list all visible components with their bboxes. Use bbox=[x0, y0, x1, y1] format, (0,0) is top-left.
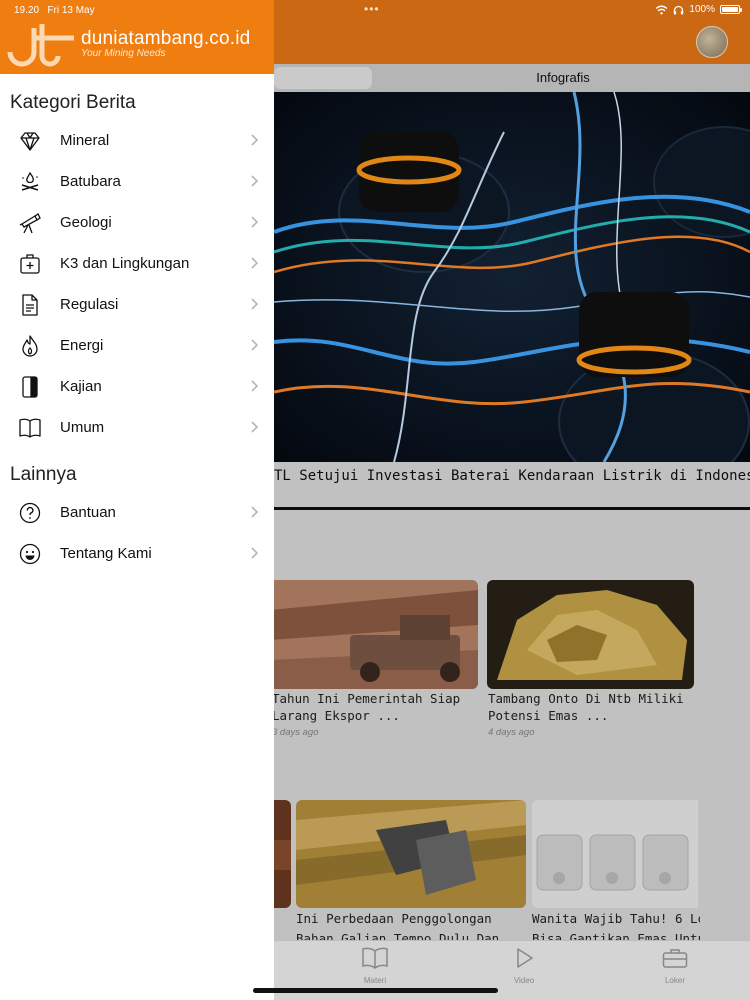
menu-item-k3-dan-lingkungan[interactable]: K3 dan Lingkungan bbox=[0, 245, 274, 281]
menu-label: Umum bbox=[60, 419, 105, 436]
chevron-right-icon bbox=[251, 547, 259, 559]
drawer-backdrop[interactable] bbox=[274, 0, 750, 1000]
telescope-icon bbox=[19, 213, 41, 234]
multitasking-dots-icon[interactable]: ••• bbox=[364, 2, 380, 16]
status-time: 19.20 Fri 13 May bbox=[14, 5, 95, 16]
brand-tagline: Your Mining Needs bbox=[81, 48, 166, 59]
headphones-icon bbox=[674, 5, 684, 14]
side-drawer: duniatambang.co.id Your Mining Needs Kat… bbox=[0, 0, 274, 1000]
campfire-icon bbox=[21, 171, 39, 191]
section-title-categories: Kategori Berita bbox=[10, 92, 136, 113]
section-title-others: Lainnya bbox=[10, 464, 77, 485]
chevron-right-icon bbox=[251, 257, 259, 269]
help-icon bbox=[19, 502, 41, 524]
battery-icon bbox=[720, 5, 742, 14]
chevron-right-icon bbox=[251, 216, 259, 228]
chevron-right-icon bbox=[251, 134, 259, 146]
menu-label: K3 dan Lingkungan bbox=[60, 255, 190, 272]
menu-label: Regulasi bbox=[60, 296, 119, 313]
document-icon bbox=[22, 294, 38, 316]
chevron-right-icon bbox=[251, 175, 259, 187]
book-icon bbox=[19, 418, 41, 438]
notebook-icon bbox=[22, 376, 38, 398]
menu-item-regulasi[interactable]: Regulasi bbox=[0, 286, 274, 322]
medkit-icon bbox=[20, 254, 40, 274]
menu-label: Bantuan bbox=[60, 504, 116, 521]
battery-level bbox=[722, 7, 738, 12]
menu-item-geologi[interactable]: Geologi bbox=[0, 204, 274, 240]
menu-label: Energi bbox=[60, 337, 104, 354]
smile-icon bbox=[19, 543, 41, 565]
menu-item-tentang-kami[interactable]: Tentang Kami bbox=[0, 535, 274, 571]
brand-logo[interactable] bbox=[4, 20, 76, 68]
chevron-right-icon bbox=[251, 339, 259, 351]
chevron-right-icon bbox=[251, 506, 259, 518]
wifi-icon bbox=[655, 5, 668, 14]
battery-percent: 100% bbox=[689, 4, 715, 15]
menu-label: Batubara bbox=[60, 173, 121, 190]
chevron-right-icon bbox=[251, 298, 259, 310]
diamond-icon bbox=[20, 132, 40, 151]
chevron-right-icon bbox=[251, 421, 259, 433]
menu-item-bantuan[interactable]: Bantuan bbox=[0, 494, 274, 530]
chevron-right-icon bbox=[251, 380, 259, 392]
menu-item-umum[interactable]: Umum bbox=[0, 409, 274, 445]
menu-label: Mineral bbox=[60, 132, 110, 149]
menu-item-mineral[interactable]: Mineral bbox=[0, 122, 274, 158]
flame-icon bbox=[22, 335, 38, 357]
menu-item-energi[interactable]: Energi bbox=[0, 327, 274, 363]
menu-label: Geologi bbox=[60, 214, 112, 231]
status-bar: 19.20 Fri 13 May ••• 100% bbox=[0, 0, 750, 22]
menu-label: Tentang Kami bbox=[60, 545, 152, 562]
menu-item-kajian[interactable]: Kajian bbox=[0, 368, 274, 404]
menu-item-batubara[interactable]: Batubara bbox=[0, 163, 274, 199]
status-indicators: 100% bbox=[655, 4, 742, 15]
home-indicator[interactable] bbox=[253, 988, 498, 993]
menu-label: Kajian bbox=[60, 378, 102, 395]
brand-name: duniatambang.co.id bbox=[81, 28, 251, 49]
